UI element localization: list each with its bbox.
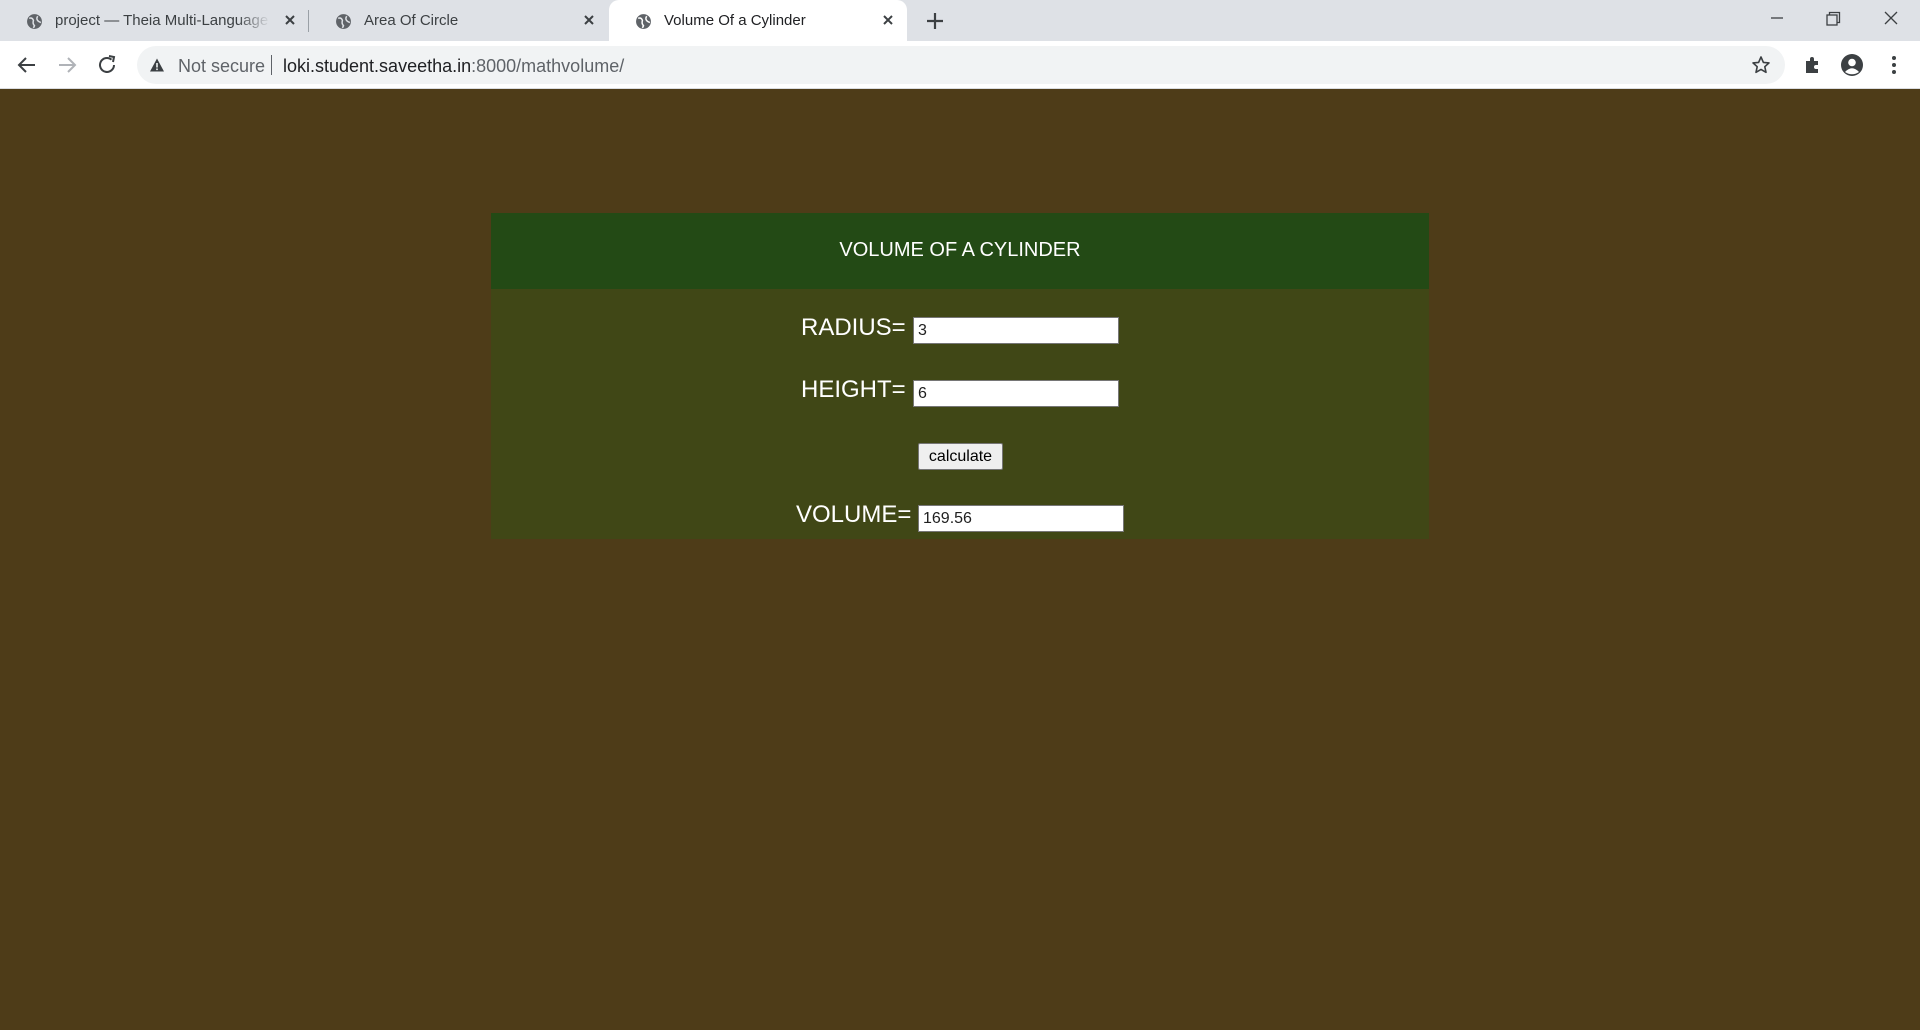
close-icon[interactable] xyxy=(281,11,299,29)
tab-area-of-circle[interactable]: Area Of Circle xyxy=(309,0,607,41)
height-label: HEIGHT= xyxy=(801,376,906,403)
warning-icon[interactable] xyxy=(149,57,165,73)
tab-title: project — Theia Multi-Language xyxy=(55,12,269,29)
tab-theia-project[interactable]: project — Theia Multi-Language xyxy=(0,0,308,41)
height-input[interactable] xyxy=(913,380,1119,407)
menu-icon[interactable] xyxy=(1882,53,1906,77)
forward-icon[interactable] xyxy=(55,53,79,77)
address-bar[interactable]: Not secure loki.student.saveetha.in:8000… xyxy=(137,46,1785,84)
globe-icon xyxy=(27,14,42,29)
tab-title: Volume Of a Cylinder xyxy=(664,12,806,29)
close-icon[interactable] xyxy=(580,11,598,29)
restore-icon[interactable] xyxy=(1820,6,1846,32)
panel-header: VOLUME OF A CYLINDER xyxy=(491,213,1429,289)
url-path: :8000/mathvolume/ xyxy=(471,56,625,76)
back-icon[interactable] xyxy=(15,53,39,77)
extensions-icon[interactable] xyxy=(1800,53,1824,77)
url-text[interactable]: loki.student.saveetha.in:8000/mathvolume… xyxy=(283,56,624,77)
omnibox-divider xyxy=(271,55,272,75)
tab-title: Area Of Circle xyxy=(364,12,459,29)
globe-icon xyxy=(636,14,651,29)
globe-icon xyxy=(336,14,351,29)
star-icon[interactable] xyxy=(1751,55,1771,75)
url-host: loki.student.saveetha.in xyxy=(283,56,472,76)
security-status[interactable]: Not secure xyxy=(178,56,265,77)
reload-icon[interactable] xyxy=(95,53,119,77)
radius-input[interactable] xyxy=(913,317,1119,344)
plus-icon[interactable] xyxy=(924,10,946,32)
profile-icon[interactable] xyxy=(1840,53,1864,77)
radius-label: RADIUS= xyxy=(801,314,906,341)
close-icon[interactable] xyxy=(879,11,897,29)
calculate-button[interactable]: calculate xyxy=(918,443,1003,470)
minimize-icon[interactable] xyxy=(1764,6,1790,32)
volume-output[interactable] xyxy=(918,505,1124,532)
volume-label: VOLUME= xyxy=(796,501,912,528)
calculator-panel: VOLUME OF A CYLINDER xyxy=(491,213,1429,539)
browser-toolbar: Not secure loki.student.saveetha.in:8000… xyxy=(0,41,1920,89)
close-window-icon[interactable] xyxy=(1878,6,1904,32)
tab-strip: project — Theia Multi-Language Area Of C… xyxy=(0,0,1920,41)
page-title: VOLUME OF A CYLINDER xyxy=(839,239,1081,261)
tab-volume-of-cylinder[interactable]: Volume Of a Cylinder xyxy=(609,0,907,41)
